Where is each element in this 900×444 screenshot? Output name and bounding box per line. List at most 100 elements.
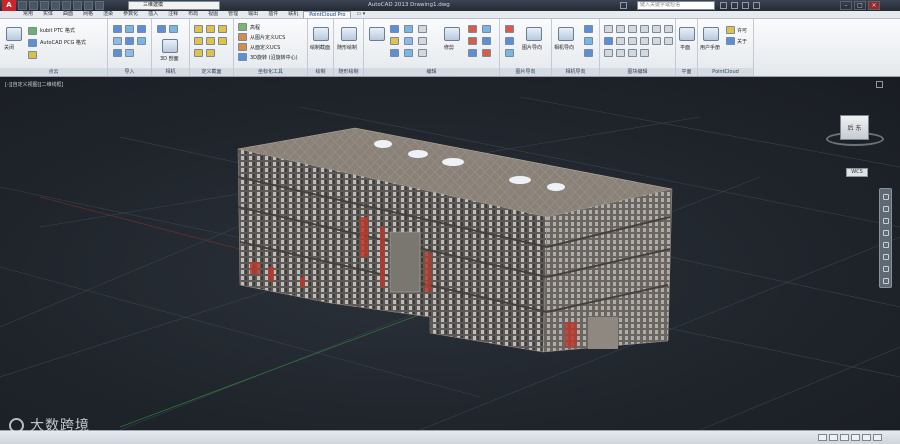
block-tool-icon-3[interactable] [628, 25, 637, 33]
image-tool-icon-1[interactable] [505, 25, 514, 33]
edit-icon-14[interactable] [482, 37, 491, 45]
block-tool-icon-15[interactable] [628, 49, 637, 57]
section-icon-1[interactable] [194, 25, 203, 33]
tab-6[interactable]: 插入 [143, 11, 163, 18]
search-input[interactable]: 键入关键字或短语 [637, 1, 715, 10]
import-icon-5[interactable] [125, 37, 134, 45]
walk-icon[interactable] [883, 266, 889, 272]
exchange-icon[interactable] [742, 2, 749, 9]
workspace-switch-icon[interactable] [851, 434, 860, 441]
maximize-button[interactable]: □ [854, 1, 866, 10]
edit-icon-5[interactable] [404, 37, 413, 45]
section-icon-2[interactable] [206, 25, 215, 33]
minimize-button[interactable]: – [840, 1, 852, 10]
tab-1[interactable]: 实体 [38, 11, 58, 18]
pcg-format-label[interactable]: AutoCAD PCG 格式 [40, 39, 86, 46]
tab-3[interactable]: 网格 [78, 11, 98, 18]
model-space-icon[interactable] [818, 434, 827, 441]
param-line-icon[interactable] [369, 27, 385, 41]
block-tool-icon-14[interactable] [616, 49, 625, 57]
block-tool-icon-11[interactable] [652, 37, 661, 45]
navbar-options-icon[interactable] [883, 278, 889, 284]
search-icon[interactable] [620, 2, 627, 9]
edit-icon-9[interactable] [418, 49, 427, 57]
block-tool-icon-8[interactable] [616, 37, 625, 45]
edit-icon-12[interactable] [468, 49, 477, 57]
import-icon-4[interactable] [113, 37, 122, 45]
about-icon[interactable] [726, 37, 735, 45]
tab-15[interactable]: ▭ ▾ [351, 11, 370, 18]
pointcloud-load-icon[interactable] [6, 27, 22, 41]
tab-7[interactable]: 注释 [163, 11, 183, 18]
section-icon-6[interactable] [218, 37, 227, 45]
edit-icon-7[interactable] [418, 25, 427, 33]
tab-13[interactable]: 联机 [283, 11, 303, 18]
user-manual-icon[interactable] [703, 27, 719, 41]
block-tool-icon-10[interactable] [640, 37, 649, 45]
tab-2[interactable]: 曲面 [58, 11, 78, 18]
import-icon-6[interactable] [137, 37, 146, 45]
block-tool-icon-16[interactable] [640, 49, 649, 57]
showmotion-icon[interactable] [883, 242, 889, 248]
image-orientation-icon[interactable] [526, 27, 542, 41]
camera-icon[interactable] [157, 25, 166, 33]
edit-icon-11[interactable] [468, 37, 477, 45]
block-tool-icon-5[interactable] [652, 25, 661, 33]
import-icon-3[interactable] [137, 25, 146, 33]
viewcube-face[interactable]: 后 东 [840, 115, 869, 140]
tab-0[interactable]: 常用 [18, 11, 38, 18]
tab-4[interactable]: 渲染 [98, 11, 118, 18]
pcg-icon[interactable] [28, 39, 37, 47]
section-icon-7[interactable] [194, 49, 203, 57]
cloud-icon[interactable] [62, 1, 71, 10]
edit-icon-10[interactable] [468, 25, 477, 33]
tab-12[interactable]: 插件 [263, 11, 283, 18]
tab-14[interactable]: PointCloud Pro [303, 11, 352, 18]
plane-icon[interactable] [679, 27, 695, 41]
freeform-draw-icon[interactable] [341, 27, 357, 41]
redo-icon[interactable] [95, 1, 104, 10]
block-tool-icon-7[interactable] [604, 37, 613, 45]
block-tool-icon-12[interactable] [664, 37, 673, 45]
undo-icon[interactable] [84, 1, 93, 10]
drawing-viewport[interactable]: [-][自定义视图][二维线框] 后 东 WCS [0, 77, 900, 430]
edit-icon-8[interactable] [418, 37, 427, 45]
help-search-icon[interactable] [720, 2, 727, 9]
block-tool-icon-1[interactable] [604, 25, 613, 33]
ucs-from-face-label[interactable]: 从面定义UCS [250, 44, 280, 51]
kubit-icon[interactable] [28, 27, 37, 35]
orbit-icon[interactable] [883, 230, 889, 236]
import-icon-1[interactable] [113, 25, 122, 33]
license-icon[interactable] [726, 26, 735, 34]
lock-icon[interactable] [862, 434, 871, 441]
3d-rotate-icon[interactable] [238, 53, 247, 61]
ucs-from-face-icon[interactable] [238, 43, 247, 51]
ucs-from-image-label[interactable]: 从图片定义UCS [250, 34, 285, 41]
help-icon[interactable] [753, 2, 760, 9]
wcs-menu[interactable]: WCS [846, 168, 868, 177]
zoom-icon[interactable] [883, 218, 889, 224]
block-tool-icon-2[interactable] [616, 25, 625, 33]
about-label[interactable]: 关于 [737, 38, 747, 45]
clean-screen-icon[interactable] [873, 434, 882, 441]
3d-rotate-label[interactable]: 3D旋转 (沿旋转中心) [250, 54, 298, 61]
print-icon[interactable] [73, 1, 82, 10]
tab-11[interactable]: 输出 [243, 11, 263, 18]
import-icon-8[interactable] [125, 49, 134, 57]
point-cloud-model[interactable] [0, 77, 900, 430]
save-icon[interactable] [40, 1, 49, 10]
camera-tool-icon-2[interactable] [584, 37, 593, 45]
trim-icon[interactable] [444, 27, 460, 41]
new-icon[interactable] [18, 1, 27, 10]
annotation-scale-icon[interactable] [840, 434, 849, 441]
open-icon[interactable] [29, 1, 38, 10]
elevation-label[interactable]: 高程 [250, 24, 260, 31]
section-icon-8[interactable] [206, 49, 215, 57]
tab-10[interactable]: 管理 [223, 11, 243, 18]
layout-icon[interactable] [829, 434, 838, 441]
viewcube[interactable]: 后 东 [823, 112, 887, 148]
block-tool-icon-13[interactable] [604, 49, 613, 57]
edit-icon-6[interactable] [404, 49, 413, 57]
image-tool-icon-3[interactable] [505, 49, 514, 57]
look-icon[interactable] [883, 254, 889, 260]
